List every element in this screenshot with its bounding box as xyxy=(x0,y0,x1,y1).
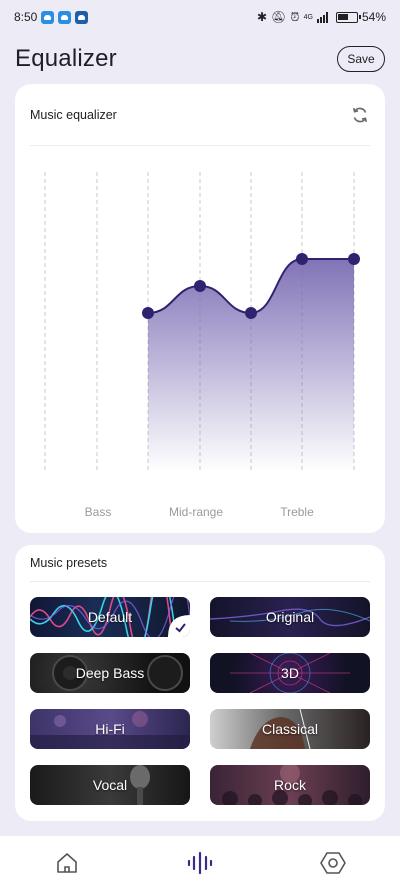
presets-title: Music presets xyxy=(30,556,108,570)
status-time: 8:50 xyxy=(14,10,38,24)
equalizer-handle-1[interactable] xyxy=(194,280,206,292)
twitter-notification-icon xyxy=(41,10,55,24)
twitter-notification-icon-2 xyxy=(58,10,72,24)
status-bar: 8:50 ✱ 🔕︎ ⏰︎ 4G 54% xyxy=(0,0,400,34)
preset-rock[interactable]: Rock xyxy=(210,765,370,805)
preset-label: Vocal xyxy=(92,777,128,793)
bottom-nav xyxy=(0,836,400,889)
equalizer-handle-4[interactable] xyxy=(348,253,360,265)
nav-settings[interactable] xyxy=(303,843,363,883)
preset-label: 3D xyxy=(281,665,299,681)
nav-home[interactable] xyxy=(37,843,97,883)
alarm-icon: ⏰︎ xyxy=(290,10,300,24)
presets-card: Music presets Default Original Deep Bass… xyxy=(15,545,385,821)
equalizer-card: Music equalizer Bass Mid-range Treble xyxy=(15,84,385,533)
preset-hi-fi[interactable]: Hi-Fi xyxy=(30,709,190,749)
hexagon-settings-icon xyxy=(320,851,347,874)
preset-3d[interactable]: 3D xyxy=(210,653,370,693)
battery-percent: 54% xyxy=(361,10,386,24)
app-notification-icon xyxy=(75,10,89,24)
preset-default[interactable]: Default xyxy=(30,597,190,637)
equalizer-handle-2[interactable] xyxy=(245,307,257,319)
save-button[interactable]: Save xyxy=(337,46,385,72)
refresh-icon[interactable] xyxy=(350,105,370,125)
preset-deep-bass[interactable]: Deep Bass xyxy=(30,653,190,693)
network-type: 4G xyxy=(303,13,313,21)
bluetooth-icon: ✱ xyxy=(256,10,268,24)
bell-muted-icon: 🔕︎ xyxy=(271,10,287,24)
selected-check-icon xyxy=(168,615,190,637)
band-label-mid: Mid-range xyxy=(169,505,223,519)
preset-grid: Default Original Deep Bass 3D Hi-Fi Clas… xyxy=(30,597,370,805)
preset-label: Rock xyxy=(274,777,306,793)
equalizer-icon xyxy=(187,851,213,874)
preset-classical[interactable]: Classical xyxy=(210,709,370,749)
home-icon xyxy=(56,852,77,873)
battery-icon xyxy=(335,11,361,23)
signal-icon xyxy=(316,11,328,23)
header: Equalizer Save xyxy=(15,42,385,76)
band-label-bass: Bass xyxy=(85,505,112,519)
presets-header: Music presets xyxy=(30,545,370,582)
equalizer-handle-3[interactable] xyxy=(296,253,308,265)
equalizer-handle-0[interactable] xyxy=(142,307,154,319)
equalizer-curve-fill xyxy=(148,259,354,472)
preset-label: Default xyxy=(87,609,133,625)
preset-label: Classical xyxy=(261,721,318,737)
preset-vocal[interactable]: Vocal xyxy=(30,765,190,805)
equalizer-chart[interactable]: Bass Mid-range Treble xyxy=(15,146,385,533)
status-right: ✱ 🔕︎ ⏰︎ 4G 54% xyxy=(257,10,386,24)
nav-equalizer[interactable] xyxy=(170,843,230,883)
preset-label: Original xyxy=(265,609,315,625)
equalizer-card-header: Music equalizer xyxy=(30,84,370,146)
band-label-treble: Treble xyxy=(280,505,314,519)
equalizer-title: Music equalizer xyxy=(30,107,117,122)
preset-original[interactable]: Original xyxy=(210,597,370,637)
page-title: Equalizer xyxy=(15,45,117,72)
preset-label: Hi-Fi xyxy=(95,721,125,737)
status-left: 8:50 xyxy=(14,10,89,24)
preset-label: Deep Bass xyxy=(75,665,145,681)
